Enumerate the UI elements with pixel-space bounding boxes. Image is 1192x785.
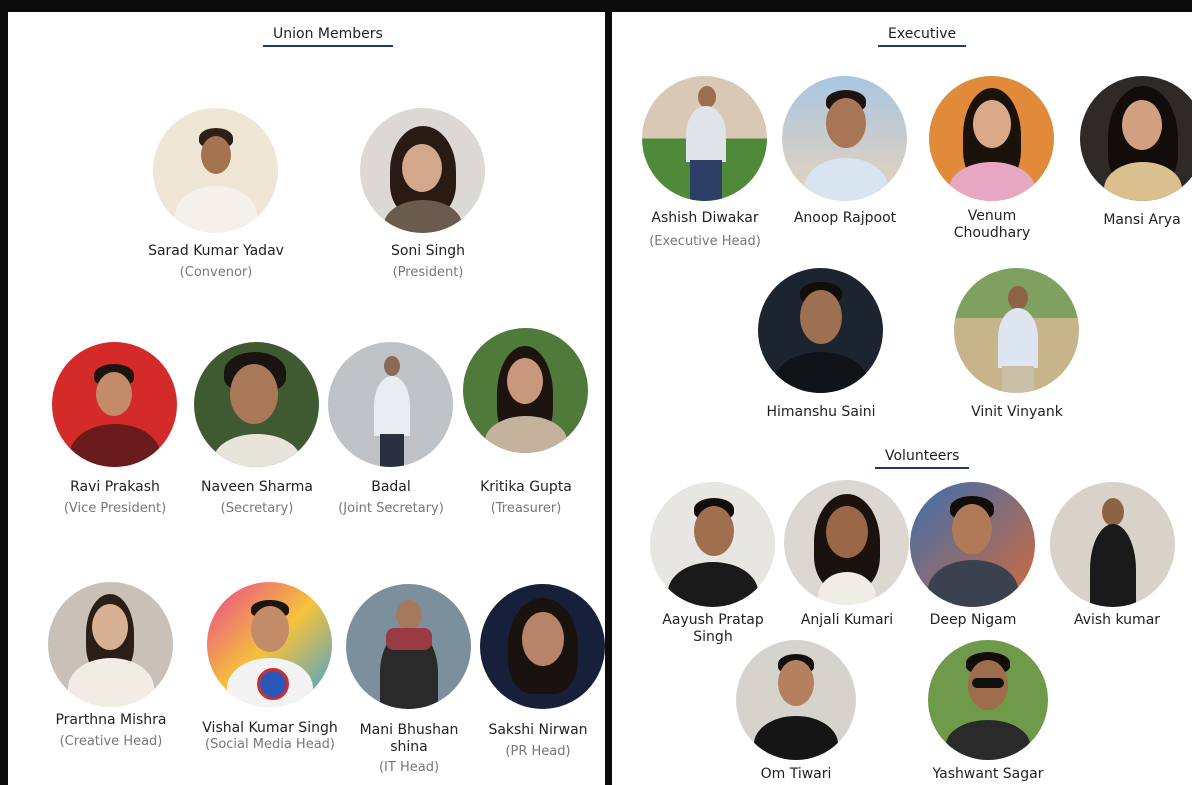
member-role: (President): [392, 265, 464, 280]
avatar: [153, 108, 278, 233]
avatar: [910, 482, 1035, 607]
member-role: (Creative Head): [59, 734, 163, 749]
member-name: Ravi Prakash: [70, 479, 160, 495]
avatar: [194, 342, 319, 467]
avatar: [758, 268, 883, 393]
member-name: Venum Choudhary: [953, 208, 1031, 241]
avatar: [328, 342, 453, 467]
avatar: [929, 76, 1054, 201]
avatar: [642, 76, 767, 201]
member-name: Prarthna Mishra: [55, 712, 167, 728]
member-name: Om Tiwari: [760, 766, 832, 782]
volunteers-title: Volunteers: [875, 448, 970, 469]
member-role: (Convenor): [179, 265, 253, 280]
avatar: [650, 482, 775, 607]
member-name: Vishal Kumar Singh: [202, 720, 338, 736]
member-role: (Social Media Head): [205, 737, 335, 752]
member-name: Avish kumar: [1073, 612, 1161, 628]
executive-volunteers-panel: Executive Ashish Diwakar (Executive Head…: [612, 12, 1192, 785]
member-role: (PR Head): [505, 744, 571, 759]
avatar: [928, 640, 1048, 760]
member-role: (Executive Head): [649, 234, 761, 249]
member-name: Soni Singh: [390, 243, 466, 259]
executive-title: Executive: [878, 26, 967, 47]
avatar: [52, 342, 177, 467]
member-role: (IT Head): [378, 760, 440, 775]
union-members-panel: Union Members Sarad Kumar Yadav (Conveno…: [8, 12, 605, 785]
avatar: [463, 328, 588, 453]
union-members-title: Union Members: [263, 26, 393, 47]
member-name: Kritika Gupta: [480, 479, 572, 495]
avatar: [48, 582, 173, 707]
avatar: [346, 584, 471, 709]
member-name: Mansi Arya: [1103, 212, 1181, 228]
avatar: [954, 268, 1079, 393]
avatar: [782, 76, 907, 201]
member-name: Yashwant Sagar: [932, 766, 1044, 782]
member-name: Ashish Diwakar: [651, 210, 759, 226]
avatar: [736, 640, 856, 760]
avatar: [480, 584, 605, 709]
member-name: Anoop Rajpoot: [793, 210, 897, 226]
avatar: [207, 582, 332, 707]
avatar: [1050, 482, 1175, 607]
member-name: Sakshi Nirwan: [488, 722, 588, 738]
member-name: Vinit Vinyank: [971, 404, 1063, 420]
member-name: Himanshu Saini: [766, 404, 876, 420]
member-role: (Vice President): [63, 501, 167, 516]
member-name: Deep Nigam: [929, 612, 1017, 628]
avatar: [360, 108, 485, 233]
avatar: [1080, 76, 1192, 201]
member-role: (Treasurer): [490, 501, 562, 516]
member-name: Sarad Kumar Yadav: [148, 243, 284, 259]
avatar: [784, 480, 909, 605]
